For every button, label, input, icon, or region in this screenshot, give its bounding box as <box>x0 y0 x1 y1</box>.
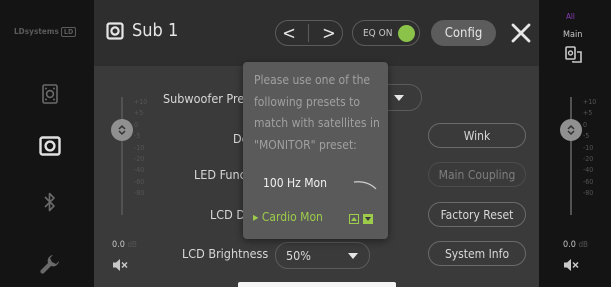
brand-logo: LDsystems LD <box>14 27 77 37</box>
sidebar: LDsystems LD <box>0 0 94 287</box>
main-mute-button[interactable] <box>563 258 579 275</box>
brand-text: LDsystems <box>14 27 59 36</box>
main-channel-panel: All Main +10 +5 0 -5 -10 -20 -40 -60 -80 0.0 dB <box>539 0 611 287</box>
preset-hint-popup: Please use one of the following presets … <box>243 62 388 239</box>
popup-message: Please use one of the following presets … <box>254 73 380 152</box>
level-fader[interactable]: +10 +5 0 -5 -10 -20 -40 -60 -80 <box>110 97 150 219</box>
wrench-icon[interactable] <box>36 250 64 278</box>
close-button[interactable] <box>508 19 534 47</box>
chevron-down-icon <box>394 94 404 101</box>
fader-knob[interactable] <box>560 119 582 141</box>
fader-track <box>570 97 572 215</box>
nav-divider <box>308 24 310 42</box>
preset-option-cardio-mon[interactable]: ▸ Cardio Mon <box>253 210 323 224</box>
cardio-up-icon <box>349 214 359 224</box>
page-title: Sub 1 <box>106 20 178 41</box>
db-value: 0.0 dB <box>112 240 137 250</box>
factory-reset-button[interactable]: Factory Reset <box>428 202 526 227</box>
main-label: Main <box>563 30 583 40</box>
mute-icon <box>113 259 128 271</box>
top-bar: Sub 1 < > EQ ON Config <box>94 0 539 66</box>
system-info-button[interactable]: System Info <box>428 241 526 266</box>
fader-knob[interactable] <box>111 119 133 141</box>
curve-icon <box>353 181 377 190</box>
main-coupling-button[interactable]: Main Coupling <box>428 162 526 187</box>
close-icon <box>511 23 531 43</box>
fader-track <box>121 97 123 215</box>
preset-option-100hz-mon[interactable]: 100 Hz Mon <box>263 176 327 190</box>
config-button[interactable]: Config <box>431 20 496 46</box>
chevron-down-icon <box>348 252 358 259</box>
speaker-icon[interactable] <box>36 132 64 160</box>
lcd-brightness-value: 50% <box>286 248 311 263</box>
mute-icon <box>564 259 579 271</box>
selected-arrow-icon: ▸ <box>253 210 259 224</box>
next-button[interactable]: > <box>322 23 336 44</box>
main-level-fader[interactable]: +10 +5 0 -5 -10 -20 -40 -60 -80 <box>559 97 599 219</box>
bluetooth-icon[interactable] <box>36 188 64 216</box>
title-text: Sub 1 <box>132 20 179 41</box>
subwoofer-icon[interactable] <box>36 80 64 108</box>
wink-button[interactable]: Wink <box>428 123 526 148</box>
brand-box: LD <box>60 27 77 37</box>
cardio-down-icon <box>363 214 373 224</box>
config-label: Config <box>444 25 483 41</box>
prev-button[interactable]: < <box>282 23 296 44</box>
mute-button[interactable] <box>112 258 128 275</box>
bottom-tab-indicator <box>238 282 396 287</box>
nav-pill: < > <box>275 20 343 46</box>
eq-label: EQ ON <box>363 27 393 39</box>
speaker-title-icon <box>106 21 124 40</box>
eq-on-indicator <box>398 24 416 42</box>
lcd-brightness-select[interactable]: 50% <box>275 242 370 269</box>
fader-scale: +10 +5 0 -5 -10 -20 -40 -60 -80 <box>583 98 597 198</box>
main-db-value: 0.0 dB <box>563 240 588 250</box>
linked-speakers-icon <box>565 46 583 68</box>
all-label[interactable]: All <box>566 12 575 21</box>
lcd-brightness-label: LCD Brightness <box>182 246 269 261</box>
fader-scale: +10 +5 0 -5 -10 -20 -40 -60 -80 <box>134 98 148 198</box>
eq-toggle[interactable]: EQ ON <box>352 20 420 46</box>
